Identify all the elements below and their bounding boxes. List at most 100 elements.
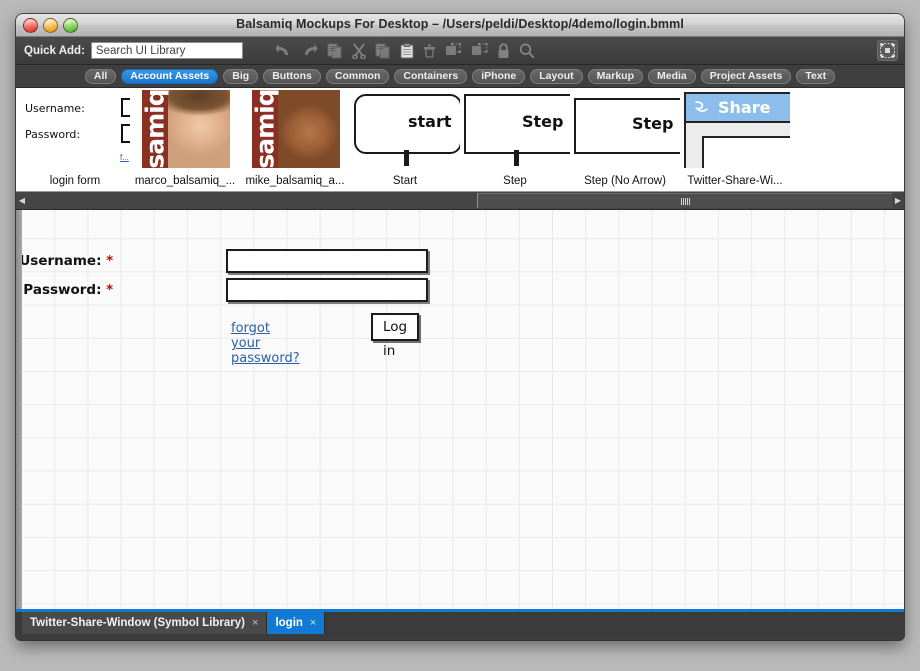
asset-caption: mike_balsamiq_a...: [245, 175, 345, 187]
asset-caption: Twitter-Share-Wi...: [687, 175, 783, 187]
mockup-canvas[interactable]: Username: * Password: * forgot your pass…: [22, 210, 904, 612]
library-horizontal-scrollbar[interactable]: ◀ ▶: [16, 192, 904, 210]
scroll-left-arrow[interactable]: ◀: [16, 196, 28, 205]
brand-word: samiq: [252, 90, 280, 168]
username-required-marker: *: [106, 254, 113, 269]
close-icon[interactable]: ×: [252, 617, 258, 629]
category-tab-containers[interactable]: Containers: [394, 68, 468, 84]
category-tab-media[interactable]: Media: [647, 68, 696, 84]
category-tab-iphone[interactable]: iPhone: [472, 68, 526, 84]
twitter-window-frame: Share: [684, 92, 790, 168]
cut-icon[interactable]: [352, 42, 366, 59]
fit-to-screen-icon: [880, 43, 895, 58]
asset-thumbnail: Username: Password: f...: [20, 90, 130, 168]
window-title: Balsamiq Mockups For Desktop – /Users/pe…: [236, 17, 684, 31]
close-icon[interactable]: ×: [310, 617, 316, 629]
scrollbar-grip-icon: [680, 197, 690, 205]
category-tab-common[interactable]: Common: [325, 68, 390, 84]
step-shape-stem: [514, 150, 519, 166]
document-tab-twitter-share-window[interactable]: Twitter-Share-Window (Symbol Library) ×: [22, 612, 268, 634]
thumb-password-label: Password:: [25, 128, 81, 141]
fit-to-screen-button[interactable]: [877, 40, 898, 61]
category-tab-buttons[interactable]: Buttons: [263, 68, 321, 84]
asset-thumbnail: samiq: [240, 90, 350, 168]
thumb-password-field: [121, 124, 130, 143]
asset-step-no-arrow-shape[interactable]: Step Step (No Arrow): [570, 88, 680, 191]
photo-brand-bar: samiq: [142, 90, 170, 168]
undo-icon[interactable]: [275, 43, 292, 58]
asset-caption: marco_balsamiq_...: [134, 175, 236, 187]
lock-icon[interactable]: [497, 42, 510, 59]
duplicate-icon[interactable]: [375, 43, 391, 59]
password-label: Password: *: [23, 282, 113, 298]
asset-twitter-share-window[interactable]: Share Twitter-Share-Wi...: [680, 88, 790, 191]
username-input[interactable]: [226, 249, 428, 273]
trash-icon[interactable]: [423, 43, 436, 58]
step-no-arrow-label: Step: [632, 114, 674, 133]
scrollbar-track[interactable]: [28, 193, 892, 208]
category-tab-markup[interactable]: Markup: [587, 68, 643, 84]
twitter-bird-icon: [694, 100, 708, 112]
asset-mike-photo[interactable]: samiq mike_balsamiq_a...: [240, 88, 350, 191]
asset-thumbnail: start: [350, 90, 460, 168]
title-bar: Balsamiq Mockups For Desktop – /Users/pe…: [16, 14, 904, 37]
document-tab-label: Twitter-Share-Window (Symbol Library): [30, 617, 246, 629]
paste-icon[interactable]: [400, 42, 414, 59]
document-tab-login[interactable]: login ×: [267, 612, 326, 634]
toolbar-icon-group: [275, 42, 535, 59]
canvas-area[interactable]: Username: * Password: * forgot your pass…: [16, 210, 904, 612]
username-label-text: Username:: [22, 253, 102, 269]
category-tab-big[interactable]: Big: [223, 68, 259, 84]
zoom-icon[interactable]: [519, 43, 535, 59]
photo-image: [168, 90, 230, 168]
photo-brand-bar: samiq: [252, 90, 280, 168]
thumb-forgot-link: f...: [120, 153, 129, 162]
asset-caption: Start: [392, 175, 418, 187]
category-tab-account-assets[interactable]: Account Assets: [121, 68, 219, 84]
scrollbar-thumb[interactable]: [477, 193, 892, 208]
asset-thumbnail: samiq: [130, 90, 240, 168]
redo-icon[interactable]: [301, 43, 318, 58]
asset-start-shape[interactable]: start Start: [350, 88, 460, 191]
photo-image: [278, 90, 340, 168]
forgot-password-link[interactable]: forgot your password?: [231, 321, 300, 366]
toolbar: Quick Add: Search UI Library: [16, 37, 904, 65]
step-shape-label: Step: [522, 112, 564, 131]
document-tab-bar: Twitter-Share-Window (Symbol Library) × …: [16, 612, 904, 634]
ungroup-icon[interactable]: [471, 43, 488, 58]
twitter-window-titlebar: Share: [686, 94, 790, 123]
application-window: Balsamiq Mockups For Desktop – /Users/pe…: [16, 14, 904, 640]
asset-marco-photo[interactable]: samiq marco_balsamiq_...: [130, 88, 240, 191]
asset-step-shape[interactable]: Step Step: [460, 88, 570, 191]
password-input[interactable]: [226, 278, 428, 302]
asset-library: Username: Password: f... login form sami…: [16, 88, 904, 192]
brand-word: samiq: [142, 90, 170, 168]
quick-add-label: Quick Add:: [24, 44, 85, 57]
twitter-window-textarea: [702, 136, 790, 168]
asset-thumbnail: Step: [570, 90, 680, 168]
thumb-username-label: Username:: [25, 102, 85, 115]
category-tab-bar: All Account Assets Big Buttons Common Co…: [16, 65, 904, 88]
category-tab-layout[interactable]: Layout: [530, 68, 583, 84]
asset-caption: Step (No Arrow): [584, 175, 666, 187]
document-tab-label: login: [275, 617, 303, 629]
asset-caption: login form: [49, 175, 101, 187]
copy-icon[interactable]: [327, 43, 343, 59]
search-input[interactable]: Search UI Library: [90, 42, 243, 59]
username-label: Username: *: [22, 253, 113, 269]
login-button[interactable]: Log in: [371, 313, 420, 359]
category-tab-project-assets[interactable]: Project Assets: [700, 68, 792, 84]
group-icon[interactable]: [445, 43, 462, 58]
start-shape-label: start: [408, 112, 452, 131]
category-tab-all[interactable]: All: [84, 68, 117, 84]
canvas-bottom-accent: [16, 609, 904, 612]
asset-login-form[interactable]: Username: Password: f... login form: [20, 88, 130, 191]
scroll-right-arrow[interactable]: ▶: [892, 196, 904, 205]
category-tab-text[interactable]: Text: [796, 68, 836, 84]
asset-thumbnail: Step: [460, 90, 570, 168]
password-required-marker: *: [106, 283, 113, 298]
thumb-username-field: [121, 98, 130, 117]
asset-list: Username: Password: f... login form sami…: [16, 88, 904, 191]
asset-thumbnail: Share: [680, 90, 790, 168]
start-shape-stem: [404, 150, 409, 166]
